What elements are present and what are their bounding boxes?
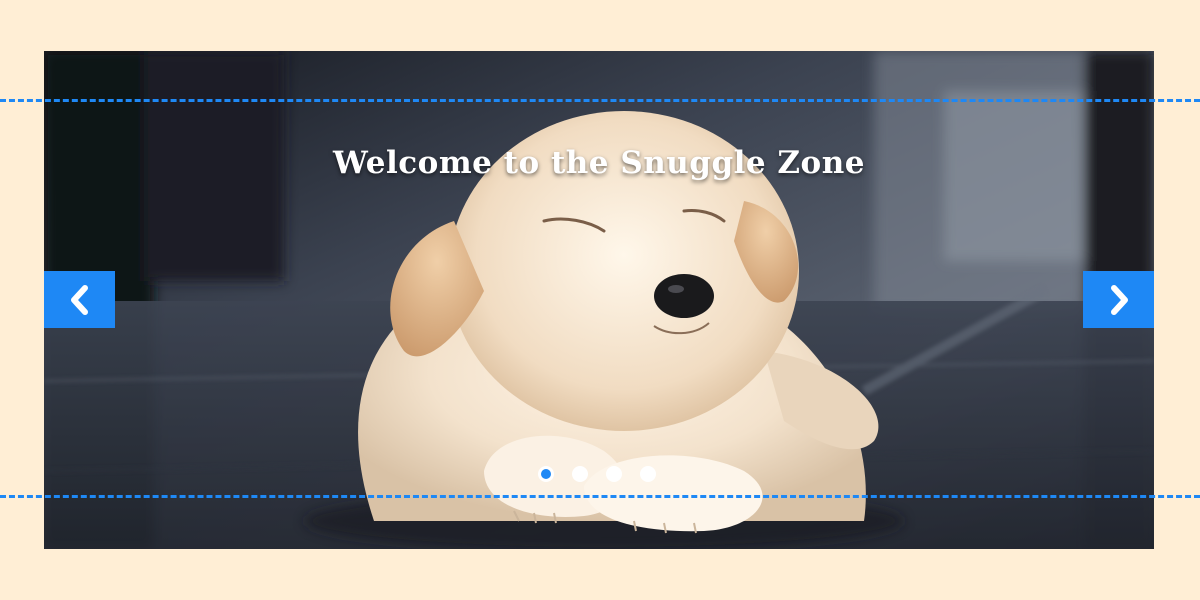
chevron-right-icon [1110, 284, 1128, 315]
slide-indicator-4[interactable] [640, 466, 656, 482]
chevron-left-icon [70, 284, 88, 315]
next-slide-button[interactable] [1083, 271, 1154, 328]
previous-slide-button[interactable] [44, 271, 115, 328]
page: Welcome to the Snuggle Zone [0, 0, 1200, 600]
carousel-caption: Welcome to the Snuggle Zone [333, 145, 865, 181]
slide-indicator-1[interactable] [538, 466, 554, 482]
slide-indicators [538, 465, 656, 483]
slide-indicator-2[interactable] [572, 466, 588, 482]
slide-indicator-3[interactable] [606, 466, 622, 482]
